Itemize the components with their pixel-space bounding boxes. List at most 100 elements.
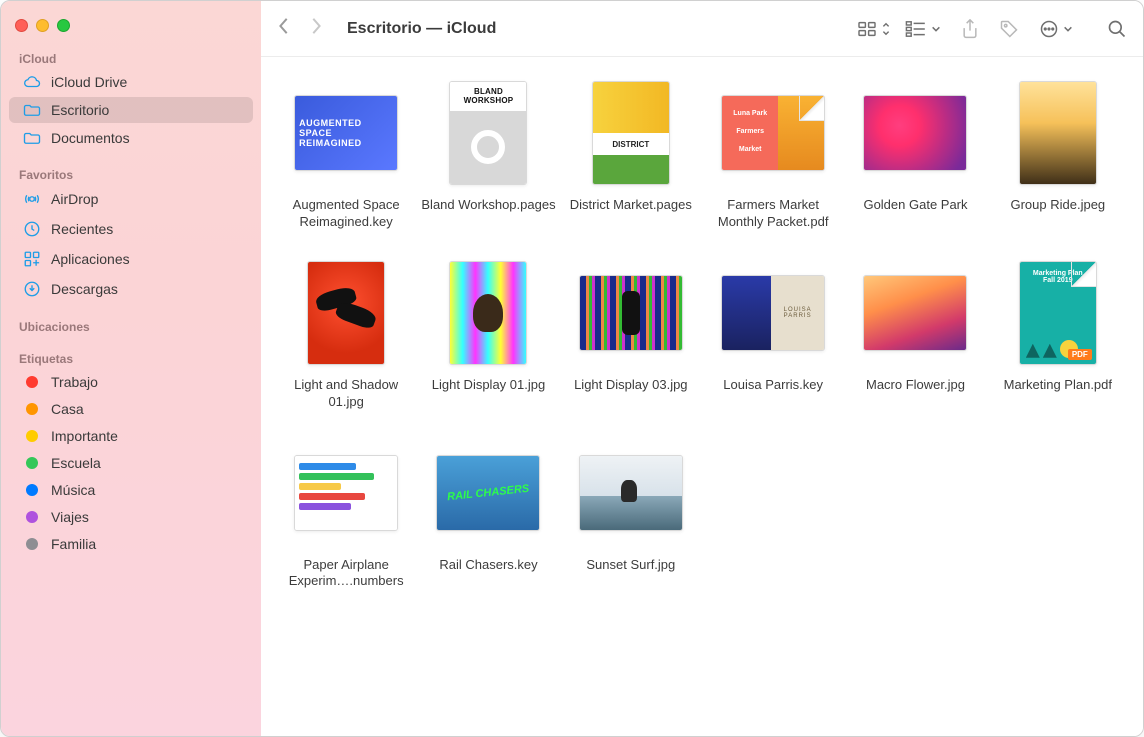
file-name-label: Louisa Parris.key xyxy=(723,377,823,394)
apps-icon xyxy=(23,250,41,268)
group-by-button[interactable] xyxy=(905,21,941,37)
file-thumbnail: LOUISA PARRIS xyxy=(719,259,827,367)
file-name-label: Farmers Market Monthly Packet.pdf xyxy=(706,197,840,231)
tag-dot-icon xyxy=(23,484,41,496)
sidebar-item-icloud-drive[interactable]: iCloud Drive xyxy=(9,69,253,95)
sidebar-item-descargas[interactable]: Descargas xyxy=(9,275,253,303)
file-thumbnail xyxy=(861,259,969,367)
file-item[interactable]: Paper Airplane Experim….numbers xyxy=(279,439,413,591)
file-name-label: Light Display 01.jpg xyxy=(432,377,545,394)
tag-dot-icon xyxy=(23,430,41,442)
sidebar-item-escritorio[interactable]: Escritorio xyxy=(9,97,253,123)
sidebar-item-label: Trabajo xyxy=(51,374,98,390)
minimize-window-button[interactable] xyxy=(36,19,49,32)
traffic-lights xyxy=(1,11,261,46)
file-thumbnail: AUGMENTED SPACE REIMAGINED xyxy=(292,79,400,187)
sidebar-item-label: Recientes xyxy=(51,221,113,237)
sidebar-tag-item[interactable]: Familia xyxy=(9,531,253,557)
file-thumbnail: Marketing Plan Fall 2019PDF xyxy=(1004,259,1112,367)
file-name-label: Paper Airplane Experim….numbers xyxy=(279,557,413,591)
sidebar: iCloud iCloud Drive Escritorio Documento… xyxy=(1,1,261,736)
sidebar-item-label: Aplicaciones xyxy=(51,251,130,267)
sidebar-tag-item[interactable]: Viajes xyxy=(9,504,253,530)
file-thumbnail xyxy=(577,259,685,367)
file-thumbnail xyxy=(861,79,969,187)
view-mode-button[interactable] xyxy=(857,21,891,37)
sidebar-tag-item[interactable]: Importante xyxy=(9,423,253,449)
forward-button[interactable] xyxy=(309,17,323,40)
file-item[interactable]: BLAND WORKSHOP Bland Workshop.pages xyxy=(421,79,555,231)
file-item[interactable]: Luna Park Farmers Market Farmers Market M… xyxy=(706,79,840,231)
clock-icon xyxy=(23,220,41,238)
tag-dot-icon xyxy=(23,376,41,388)
file-name-label: Group Ride.jpeg xyxy=(1010,197,1105,214)
file-item[interactable]: Light Display 03.jpg xyxy=(564,259,698,411)
sidebar-item-label: Importante xyxy=(51,428,118,444)
file-item[interactable]: Marketing Plan Fall 2019PDF Marketing Pla… xyxy=(991,259,1125,411)
sidebar-item-label: Escuela xyxy=(51,455,101,471)
sidebar-item-aplicaciones[interactable]: Aplicaciones xyxy=(9,245,253,273)
tag-dot-icon xyxy=(23,403,41,415)
search-button[interactable] xyxy=(1107,19,1127,39)
file-thumbnail: RAIL CHASERS xyxy=(434,439,542,547)
finder-window: iCloud iCloud Drive Escritorio Documento… xyxy=(0,0,1144,737)
file-item[interactable]: Macro Flower.jpg xyxy=(848,259,982,411)
file-thumbnail: BLAND WORKSHOP xyxy=(434,79,542,187)
share-button[interactable] xyxy=(961,19,979,39)
file-thumbnail xyxy=(292,259,400,367)
back-button[interactable] xyxy=(277,17,291,40)
file-thumbnail: Luna Park Farmers Market xyxy=(719,79,827,187)
file-thumbnail xyxy=(434,259,542,367)
sidebar-section-header: Ubicaciones xyxy=(1,314,261,336)
file-thumbnail: DISTRICT xyxy=(577,79,685,187)
file-name-label: Marketing Plan.pdf xyxy=(1004,377,1112,394)
file-item[interactable]: Light and Shadow 01.jpg xyxy=(279,259,413,411)
tags-button[interactable] xyxy=(999,19,1019,39)
sidebar-section-header: iCloud xyxy=(1,46,261,68)
file-name-label: Rail Chasers.key xyxy=(439,557,537,574)
file-name-label: Macro Flower.jpg xyxy=(866,377,965,394)
tag-dot-icon xyxy=(23,538,41,550)
file-name-label: District Market.pages xyxy=(570,197,692,214)
sidebar-item-label: Viajes xyxy=(51,509,89,525)
file-thumbnail xyxy=(292,439,400,547)
sidebar-tag-item[interactable]: Música xyxy=(9,477,253,503)
close-window-button[interactable] xyxy=(15,19,28,32)
fullscreen-window-button[interactable] xyxy=(57,19,70,32)
file-name-label: Golden Gate Park xyxy=(863,197,967,214)
folder-icon xyxy=(23,103,41,117)
file-item[interactable]: Sunset Surf.jpg xyxy=(564,439,698,591)
file-grid: AUGMENTED SPACE REIMAGINED Augmented Spac… xyxy=(261,57,1143,736)
window-title: Escritorio — iCloud xyxy=(347,20,843,38)
sidebar-item-label: Familia xyxy=(51,536,96,552)
sidebar-section-header: Etiquetas xyxy=(1,346,261,368)
sidebar-item-recientes[interactable]: Recientes xyxy=(9,215,253,243)
sidebar-section-header: Favoritos xyxy=(1,162,261,184)
sidebar-item-label: Casa xyxy=(51,401,84,417)
file-thumbnail xyxy=(1004,79,1112,187)
sidebar-tag-item[interactable]: Escuela xyxy=(9,450,253,476)
download-icon xyxy=(23,280,41,298)
file-name-label: Augmented Space Reimagined.key xyxy=(279,197,413,231)
sidebar-item-label: AirDrop xyxy=(51,191,98,207)
sidebar-tag-item[interactable]: Casa xyxy=(9,396,253,422)
sidebar-item-documentos[interactable]: Documentos xyxy=(9,125,253,151)
folder-icon xyxy=(23,131,41,145)
file-item[interactable]: Golden Gate Park xyxy=(848,79,982,231)
file-item[interactable]: Light Display 01.jpg xyxy=(421,259,555,411)
file-item[interactable]: RAIL CHASERS Rail Chasers.key xyxy=(421,439,555,591)
more-actions-button[interactable] xyxy=(1039,19,1073,39)
file-item[interactable]: AUGMENTED SPACE REIMAGINED Augmented Spac… xyxy=(279,79,413,231)
file-thumbnail xyxy=(577,439,685,547)
main-pane: Escritorio — iCloud xyxy=(261,1,1143,736)
sidebar-item-label: iCloud Drive xyxy=(51,74,127,90)
file-item[interactable]: Group Ride.jpeg xyxy=(991,79,1125,231)
file-name-label: Bland Workshop.pages xyxy=(421,197,555,214)
sidebar-item-label: Descargas xyxy=(51,281,118,297)
sidebar-item-label: Escritorio xyxy=(51,102,109,118)
tag-dot-icon xyxy=(23,511,41,523)
sidebar-tag-item[interactable]: Trabajo xyxy=(9,369,253,395)
file-item[interactable]: LOUISA PARRIS Louisa Parris.key xyxy=(706,259,840,411)
sidebar-item-airdrop[interactable]: AirDrop xyxy=(9,185,253,213)
file-item[interactable]: DISTRICT District Market.pages xyxy=(564,79,698,231)
